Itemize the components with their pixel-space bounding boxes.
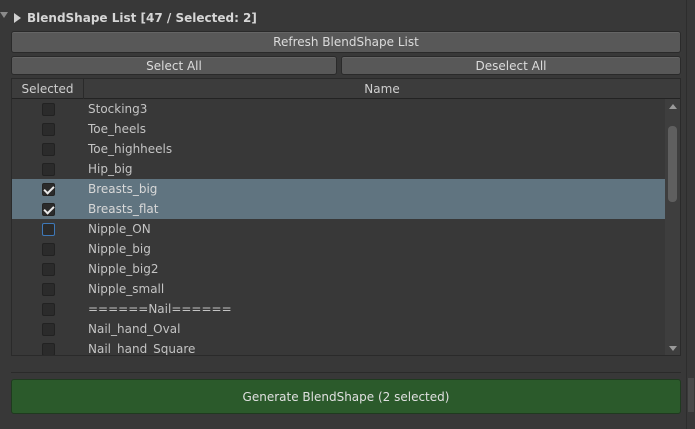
table-row[interactable]: Nail_hand_Oval [12,319,666,339]
divider [11,372,681,373]
table-row[interactable]: Breasts_flat [12,199,666,219]
scroll-up-icon[interactable] [669,104,677,109]
blendshape-name: Nipple_big [88,242,151,256]
selected-cell [12,142,84,156]
blendshape-name: Breasts_flat [88,202,159,216]
foldout-arrow-icon[interactable] [14,13,21,23]
checkbox[interactable] [41,242,55,256]
selected-cell [12,262,84,276]
selected-cell [12,202,84,216]
table-rows: Stocking3 Toe_heels Toe_highheels Hip_big Br… [12,99,666,356]
selected-cell [12,302,84,316]
blendshape-name: Breasts_big [88,182,158,196]
selected-cell [12,122,84,136]
table-row[interactable]: Breasts_big [12,179,666,199]
column-header-selected[interactable]: Selected [12,79,84,99]
checkbox[interactable] [41,322,55,336]
scroll-thumb[interactable] [668,126,677,202]
selected-cell [12,162,84,176]
blendshape-table: Selected Name Stocking3 Toe_heels Toe_high… [11,78,681,356]
blendshape-name: Nipple_ON [88,222,151,236]
table-row[interactable]: Nipple_ON [12,219,666,239]
scroll-down-icon[interactable] [669,346,677,351]
checkbox[interactable] [41,162,55,176]
table-row[interactable]: Nipple_small [12,279,666,299]
selected-cell [12,242,84,256]
blendshape-name: Toe_highheels [88,142,173,156]
blendshape-name: Nipple_big2 [88,262,159,276]
checkbox[interactable] [41,282,55,296]
table-row[interactable]: Nipple_big [12,239,666,259]
checkbox[interactable] [41,102,55,116]
checkbox[interactable] [41,122,55,136]
table-row[interactable]: Nail_hand_Square [12,339,666,356]
checkbox-checked[interactable] [41,182,55,196]
checkbox[interactable] [41,342,55,355]
checkbox[interactable] [41,222,55,236]
window-scrollbar[interactable] [686,0,695,429]
blendshape-name: Nail_hand_Square [88,342,196,356]
checkbox-checked[interactable] [41,202,55,216]
blendshape-name: Stocking3 [88,102,148,116]
selected-cell [12,282,84,296]
blendshape-name: Nipple_small [88,282,165,296]
column-header-name[interactable]: Name [84,79,680,99]
foldout-label: BlendShape List [47 / Selected: 2] [27,11,257,25]
table-header: Selected Name [12,79,680,99]
blendshape-name: Toe_heels [88,122,146,136]
blendshape-list-foldout[interactable]: BlendShape List [47 / Selected: 2] [14,9,257,27]
deselect-all-button[interactable]: Deselect All [341,56,681,75]
window-scroll-thumb[interactable] [688,378,694,412]
table-scrollbar[interactable] [665,99,680,355]
collapse-arrow-icon[interactable] [0,12,8,18]
selected-cell [12,102,84,116]
table-row[interactable]: Hip_big [12,159,666,179]
checkbox[interactable] [41,142,55,156]
blendshape-name: Nail_hand_Oval [88,322,181,336]
selected-cell [12,342,84,355]
blendshape-name: Hip_big [88,162,133,176]
selected-cell [12,182,84,196]
table-row[interactable]: Toe_highheels [12,139,666,159]
selected-cell [12,222,84,236]
table-row[interactable]: Stocking3 [12,99,666,119]
checkbox[interactable] [41,262,55,276]
table-row[interactable]: ======Nail====== [12,299,666,319]
selected-cell [12,322,84,336]
generate-blendshape-button[interactable]: Generate BlendShape (2 selected) [11,379,681,414]
refresh-blendshape-list-button[interactable]: Refresh BlendShape List [11,31,681,53]
blendshape-name: ======Nail====== [88,302,232,316]
checkbox[interactable] [41,302,55,316]
table-row[interactable]: Nipple_big2 [12,259,666,279]
select-all-button[interactable]: Select All [11,56,337,75]
table-row[interactable]: Toe_heels [12,119,666,139]
